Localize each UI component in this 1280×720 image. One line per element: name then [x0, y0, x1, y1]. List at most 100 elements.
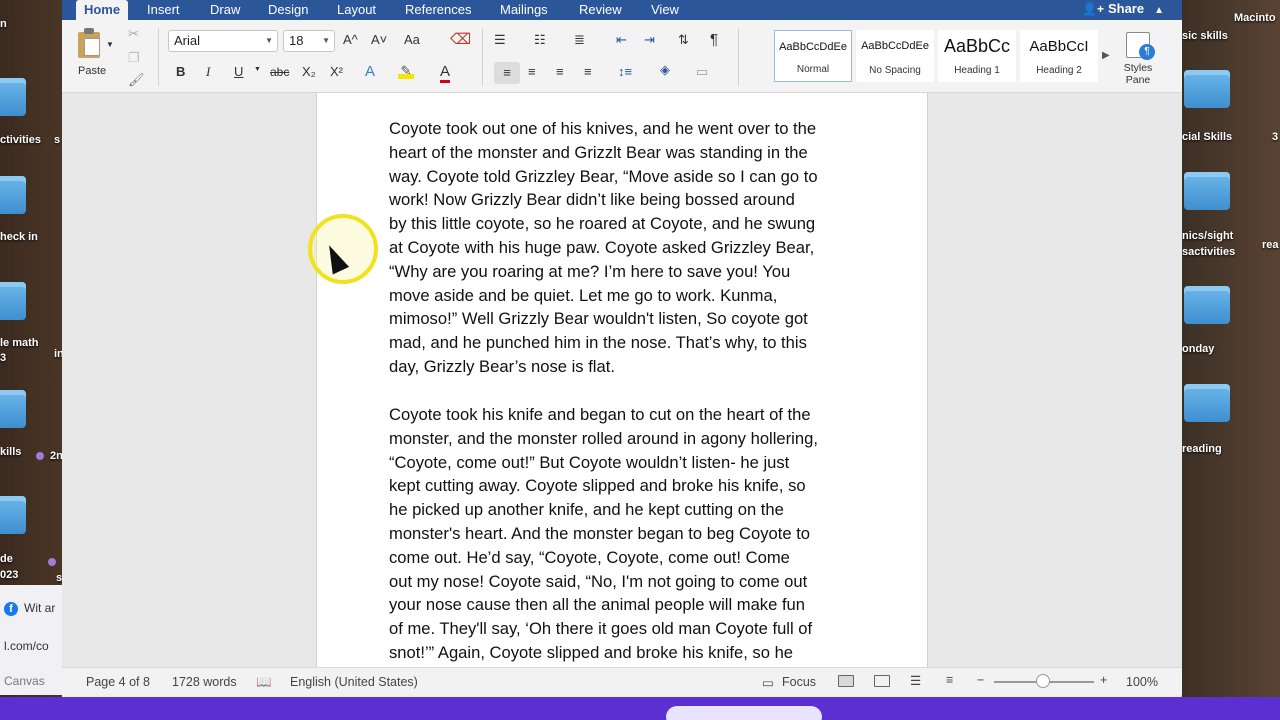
proofing-icon[interactable]: 📖: [256, 675, 272, 690]
paste-dropdown-icon[interactable]: ▼: [106, 40, 114, 49]
tab-view[interactable]: View: [651, 0, 679, 20]
cut-icon[interactable]: ✂: [128, 26, 139, 42]
page-count[interactable]: Page 4 of 8: [86, 675, 150, 689]
document-paragraph[interactable]: Coyote took out one of his knives, and h…: [389, 117, 869, 379]
desktop-label[interactable]: heck in: [0, 231, 38, 243]
desktop-label[interactable]: 3: [0, 352, 6, 364]
multilevel-list-icon[interactable]: ≣: [574, 32, 585, 48]
desktop-label[interactable]: 023: [0, 569, 18, 581]
font-name-select[interactable]: Arial ▼: [168, 30, 278, 52]
tab-draw[interactable]: Draw: [210, 0, 240, 20]
print-layout-icon[interactable]: [838, 675, 854, 687]
format-painter-icon[interactable]: 🖌: [128, 72, 145, 88]
italic-button[interactable]: I: [206, 64, 210, 80]
desktop-label[interactable]: reading: [1182, 443, 1222, 455]
focus-mode[interactable]: Focus: [782, 675, 816, 689]
focus-icon[interactable]: ▭: [762, 675, 774, 690]
desktop-label[interactable]: de: [0, 553, 13, 565]
text-effects-button[interactable]: A: [365, 63, 375, 80]
desktop-label[interactable]: 2n: [50, 450, 62, 462]
folder-icon[interactable]: [0, 496, 26, 534]
borders-icon[interactable]: ▭: [696, 64, 708, 80]
copy-icon[interactable]: ❐: [128, 50, 140, 66]
zoom-out-button[interactable]: −: [977, 673, 984, 687]
increase-indent-icon[interactable]: ⇥: [644, 32, 655, 48]
highlight-color-icon[interactable]: ✎: [398, 63, 414, 79]
browser-url[interactable]: l.com/co: [4, 639, 49, 653]
desktop-label[interactable]: ctivities: [0, 134, 41, 146]
tab-review[interactable]: Review: [579, 0, 622, 20]
folder-icon[interactable]: [1184, 172, 1230, 210]
align-right-icon[interactable]: ≡: [556, 64, 564, 79]
desktop-label[interactable]: sactivities: [1182, 246, 1235, 258]
word-count[interactable]: 1728 words: [172, 675, 237, 689]
paste-icon[interactable]: [76, 28, 104, 58]
bullets-icon[interactable]: ☰: [494, 32, 506, 48]
justify-icon[interactable]: ≡: [584, 64, 592, 79]
tab-insert[interactable]: Insert: [147, 0, 180, 20]
sort-icon[interactable]: ⇅: [678, 32, 689, 48]
shrink-font-button[interactable]: A˅: [371, 32, 387, 47]
show-formatting-button[interactable]: ¶: [710, 31, 718, 48]
folder-icon[interactable]: [1184, 286, 1230, 324]
document-page[interactable]: Coyote took out one of his knives, and h…: [316, 93, 928, 667]
share-button[interactable]: 👤+ Share ▲: [1082, 0, 1164, 20]
style-heading-2[interactable]: AaBbCcI Heading 2: [1020, 30, 1098, 82]
zoom-slider-thumb[interactable]: [1036, 674, 1050, 688]
tab-layout[interactable]: Layout: [337, 0, 376, 20]
underline-button[interactable]: U: [234, 64, 243, 79]
zoom-in-button[interactable]: +: [1100, 673, 1107, 687]
document-paragraph[interactable]: Coyote took his knife and began to cut o…: [389, 403, 869, 665]
numbering-icon[interactable]: ☷: [534, 32, 546, 48]
canvas-tab[interactable]: Canvas: [4, 674, 45, 688]
align-left-icon[interactable]: ≡: [494, 62, 520, 84]
grow-font-button[interactable]: A^: [343, 32, 358, 47]
desktop-label[interactable]: cial Skills: [1182, 131, 1232, 143]
desktop-label[interactable]: onday: [1182, 343, 1214, 355]
tab-design[interactable]: Design: [268, 0, 308, 20]
gallery-next-icon[interactable]: ▶: [1102, 50, 1110, 61]
outline-icon[interactable]: ☰: [910, 673, 921, 688]
desktop-label[interactable]: s: [54, 134, 60, 146]
web-layout-icon[interactable]: [874, 675, 890, 687]
tab-references[interactable]: References: [405, 0, 471, 20]
desktop-label[interactable]: rea: [1262, 239, 1279, 251]
style-normal[interactable]: AaBbCcDdEe Normal: [774, 30, 852, 82]
change-case-button[interactable]: Aa: [404, 32, 420, 47]
style-heading-1[interactable]: AaBbCc Heading 1: [938, 30, 1016, 82]
styles-pane-button[interactable]: ¶ Styles Pane: [1120, 30, 1156, 90]
tab-home[interactable]: Home: [76, 0, 128, 20]
clear-formatting-icon[interactable]: ⌫: [450, 30, 471, 48]
folder-icon[interactable]: [0, 78, 26, 116]
desktop-label[interactable]: Macinto: [1234, 12, 1276, 24]
desktop-label[interactable]: in: [54, 348, 62, 360]
language[interactable]: English (United States): [290, 675, 418, 689]
decrease-indent-icon[interactable]: ⇤: [616, 32, 627, 48]
desktop-label[interactable]: le math: [0, 337, 39, 349]
folder-icon[interactable]: [0, 282, 26, 320]
bold-button[interactable]: B: [176, 64, 185, 79]
folder-icon[interactable]: [0, 176, 26, 214]
shading-icon[interactable]: ◈: [660, 62, 670, 78]
draft-icon[interactable]: ≡: [946, 673, 953, 687]
style-no-spacing[interactable]: AaBbCcDdEe No Spacing: [856, 30, 934, 82]
align-center-icon[interactable]: ≡: [528, 64, 536, 79]
subscript-button[interactable]: X₂: [302, 64, 316, 79]
folder-icon[interactable]: [0, 390, 26, 428]
desktop-label[interactable]: nics/sight: [1182, 230, 1233, 242]
zoom-level[interactable]: 100%: [1126, 675, 1158, 689]
font-color-button[interactable]: A: [440, 63, 451, 83]
desktop-label[interactable]: kills: [0, 446, 21, 458]
superscript-button[interactable]: X²: [330, 64, 343, 79]
folder-icon[interactable]: [1184, 70, 1230, 108]
paste-label[interactable]: Paste: [78, 65, 106, 77]
facebook-tab[interactable]: f Wit ar: [4, 601, 55, 616]
desktop-label[interactable]: 3: [1272, 131, 1278, 143]
strikethrough-button[interactable]: abc: [270, 65, 289, 79]
line-spacing-icon[interactable]: ↕≡: [618, 64, 632, 79]
folder-icon[interactable]: [1184, 384, 1230, 422]
desktop-label[interactable]: sic skills: [1182, 30, 1228, 42]
font-size-select[interactable]: 18 ▼: [283, 30, 335, 52]
chevron-down-icon[interactable]: ▼: [254, 66, 261, 73]
collapse-ribbon-icon[interactable]: ▲: [1154, 5, 1164, 16]
